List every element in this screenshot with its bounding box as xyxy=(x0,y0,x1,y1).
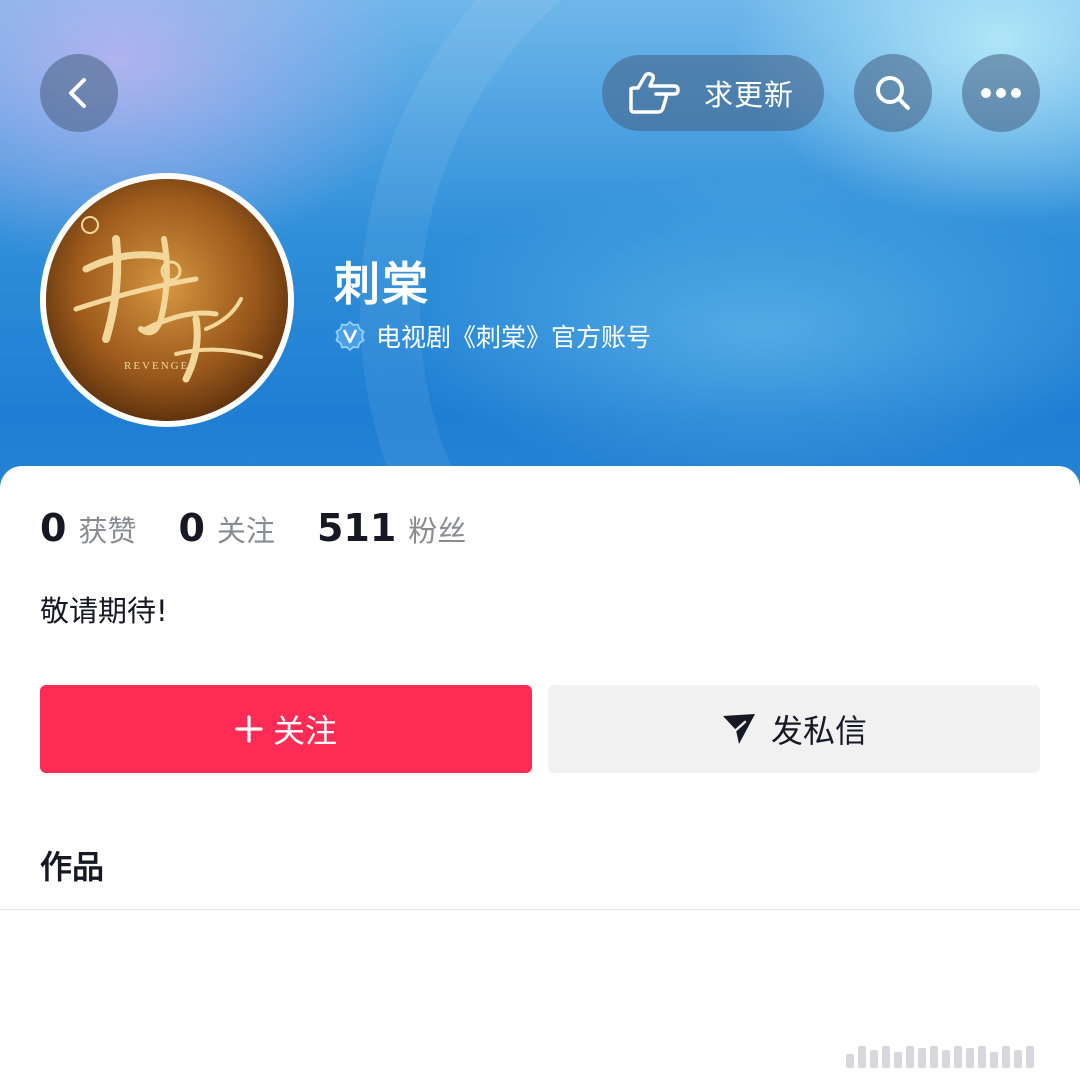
send-message-label: 发私信 xyxy=(770,712,867,750)
stat-following[interactable]: 0 关注 xyxy=(178,506,274,550)
verified-v-icon xyxy=(335,320,365,352)
tab-divider xyxy=(0,909,1080,910)
stat-followers-value: 511 xyxy=(316,506,397,550)
search-icon xyxy=(876,76,910,110)
stat-likes-value: 0 xyxy=(40,506,67,550)
stat-likes-label: 获赞 xyxy=(78,514,137,548)
verified-row: 电视剧《刺棠》官方账号 xyxy=(334,318,651,354)
request-update-button[interactable]: 求更新 xyxy=(602,55,824,131)
follow-button[interactable]: 关注 xyxy=(40,685,532,773)
send-message-button[interactable]: 发私信 xyxy=(548,685,1040,773)
tab-works[interactable]: 作品 xyxy=(40,842,104,888)
profile-card xyxy=(0,466,1080,1080)
request-update-label: 求更新 xyxy=(704,78,795,112)
avatar-subtitle-logo: REVENGE xyxy=(124,360,189,372)
send-arrow-icon xyxy=(722,714,755,744)
pointing-hand-icon xyxy=(629,72,680,114)
more-dots-icon xyxy=(981,88,1021,98)
search-button[interactable] xyxy=(854,54,932,132)
profile-bio: 敬请期待! xyxy=(40,594,168,628)
avatar-image: REVENGE xyxy=(46,179,288,421)
stats-row: 0 获赞 0 关注 511 粉丝 xyxy=(40,506,508,550)
back-button[interactable] xyxy=(40,54,118,132)
stat-following-value: 0 xyxy=(178,506,205,550)
stat-likes[interactable]: 0 获赞 xyxy=(40,506,136,550)
more-button[interactable] xyxy=(962,54,1040,132)
watermark xyxy=(846,1046,1038,1068)
plus-icon xyxy=(235,715,263,743)
profile-name: 刺棠 xyxy=(334,257,430,311)
chevron-left-icon xyxy=(69,78,86,108)
follow-button-label: 关注 xyxy=(272,712,337,750)
stat-followers-label: 粉丝 xyxy=(408,514,467,548)
verified-text: 电视剧《刺棠》官方账号 xyxy=(376,323,652,352)
avatar[interactable]: REVENGE xyxy=(40,173,294,427)
stat-followers[interactable]: 511 粉丝 xyxy=(317,506,466,550)
stat-following-label: 关注 xyxy=(216,514,275,548)
drama-logo-image: REVENGE xyxy=(46,179,288,421)
